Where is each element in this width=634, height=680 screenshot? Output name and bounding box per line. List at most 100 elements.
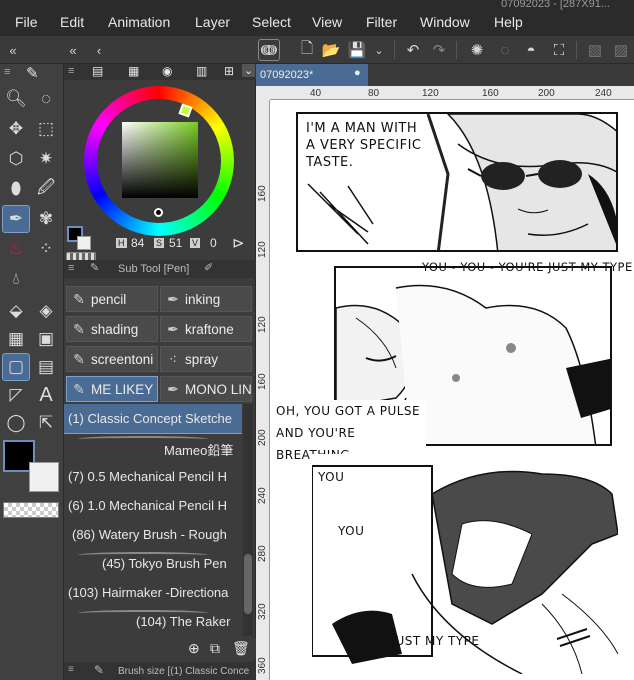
subtool-screentone[interactable]: ✎ screentoni bbox=[66, 346, 158, 372]
redo-icon[interactable]: ↷ bbox=[428, 39, 450, 61]
color-slider-tab-icon[interactable]: ▤ bbox=[92, 64, 103, 78]
menu-lines-icon[interactable]: ≡ bbox=[68, 65, 74, 77]
fill-icon[interactable]: ◓ bbox=[520, 39, 542, 61]
menu-edit[interactable]: Edit bbox=[60, 14, 84, 30]
comic-panel-1: I'M A MAN WITH A VERY SPECIFIC TASTE. bbox=[296, 112, 618, 252]
blend-drop-icon[interactable]: 💧︎ bbox=[3, 266, 29, 292]
subtool-inking[interactable]: ✒ inking bbox=[160, 286, 252, 312]
move-icon[interactable]: ✥ bbox=[3, 116, 29, 142]
menu-window[interactable]: Window bbox=[420, 14, 470, 30]
pen-tab-icon[interactable]: ✎ bbox=[26, 64, 39, 82]
menu-lines-icon[interactable]: ≡ bbox=[4, 66, 10, 78]
approximate-color-tab-icon[interactable]: ⊞ bbox=[224, 64, 234, 78]
blend-icon[interactable]: ♨ bbox=[3, 236, 29, 262]
scrollbar-thumb[interactable] bbox=[244, 554, 252, 614]
brush-item[interactable]: (1) Classic Concept Sketche bbox=[64, 404, 242, 434]
command-bar: « « ‹ ↈ 🗋 📂 💾 ⌄ ↶ ↷ ✺ ◌ ◓ ⛶ ▧ ▨ bbox=[0, 36, 634, 64]
eraser-icon[interactable]: ⬙ bbox=[3, 298, 29, 324]
color-wheel-tab-icon[interactable]: ◉ bbox=[162, 64, 172, 78]
brush-size-title: Brush size [(1) Classic Conce bbox=[118, 666, 250, 677]
airbrush-icon[interactable]: ⁘ bbox=[33, 236, 59, 262]
gradient-icon[interactable]: ▣ bbox=[33, 326, 59, 352]
duplicate-icon[interactable]: ⧉ bbox=[210, 640, 220, 657]
balloon-icon[interactable]: ◯ bbox=[3, 410, 29, 436]
object-icon[interactable]: ⬡ bbox=[3, 146, 29, 172]
new-icon[interactable]: 🗋 bbox=[296, 39, 318, 61]
brush-item[interactable]: (45) Tokyo Brush Pen bbox=[64, 549, 242, 578]
open-icon[interactable]: 📂 bbox=[320, 39, 342, 61]
transform-icon[interactable]: ⛶ bbox=[548, 39, 570, 61]
figure-icon[interactable]: ▦ bbox=[3, 326, 29, 352]
v-label: V bbox=[190, 238, 201, 248]
intermediate-color-tab-icon[interactable]: ▥ bbox=[196, 64, 207, 78]
brush-tip-icon: ✎ bbox=[73, 350, 85, 367]
decoration-icon[interactable]: ✾ bbox=[33, 206, 59, 232]
color-marker[interactable] bbox=[154, 208, 163, 217]
toolbar-separator bbox=[456, 41, 457, 59]
subtool-pencil[interactable]: ✎ pencil bbox=[66, 286, 158, 312]
clear-icon[interactable]: ◌ bbox=[494, 39, 516, 61]
collapse-left-icon[interactable]: « bbox=[2, 39, 24, 61]
frame-border-icon[interactable]: ▤ bbox=[33, 354, 59, 380]
document-tab[interactable]: 07092023* ● bbox=[256, 64, 368, 86]
correct-line-icon[interactable]: ⇱ bbox=[33, 410, 59, 436]
save-icon[interactable]: 💾 bbox=[346, 39, 368, 61]
eyedropper-icon[interactable]: 🖉 bbox=[33, 176, 59, 202]
trash-icon[interactable]: 🗑︎ bbox=[232, 640, 250, 657]
color-wheel[interactable] bbox=[64, 80, 256, 262]
frame-icon[interactable]: ▢ bbox=[2, 353, 30, 381]
ruler-icon[interactable]: ◸ bbox=[3, 382, 29, 408]
brush-item[interactable]: (104) The Raker bbox=[64, 607, 242, 636]
chevron-left-icon[interactable]: ‹ bbox=[88, 39, 110, 61]
close-dot-icon[interactable]: ● bbox=[354, 67, 361, 79]
sub-color-swatch[interactable] bbox=[29, 462, 59, 492]
text-icon[interactable]: A bbox=[33, 382, 59, 408]
subtool-spray[interactable]: ⁖ spray bbox=[160, 346, 252, 372]
brush-item[interactable]: (6) 1.0 Mechanical Pencil H bbox=[64, 491, 242, 520]
subtool-kraftone[interactable]: ✒ kraftone bbox=[160, 316, 252, 342]
hide-icon[interactable]: ▨ bbox=[610, 39, 632, 61]
menu-animation[interactable]: Animation bbox=[108, 14, 170, 30]
menu-lines-icon[interactable]: ≡ bbox=[68, 664, 74, 675]
tool-property-tab-icon[interactable]: ✐ bbox=[204, 261, 213, 274]
fill-bucket-icon[interactable]: ⬮ bbox=[3, 176, 29, 202]
brush-item[interactable]: (103) Hairmaker -Directiona bbox=[64, 578, 242, 607]
menu-file[interactable]: File bbox=[15, 14, 38, 30]
marquee-icon[interactable]: ⬚ bbox=[33, 116, 59, 142]
loading-icon[interactable]: ✺ bbox=[466, 39, 488, 61]
magic-wand-icon[interactable]: ✷ bbox=[33, 146, 59, 172]
menu-lines-icon[interactable]: ≡ bbox=[68, 262, 74, 274]
menu-help[interactable]: Help bbox=[494, 14, 523, 30]
comic-page[interactable]: I'M A MAN WITH A VERY SPECIFIC TASTE. YO… bbox=[270, 100, 634, 680]
clip-studio-icon[interactable]: ↈ bbox=[258, 39, 280, 61]
fill-tool-icon[interactable]: ◈ bbox=[33, 298, 59, 324]
brush-item[interactable]: Mameo鉛筆 bbox=[64, 433, 242, 462]
saturation-value-square[interactable] bbox=[122, 122, 198, 198]
chevron-down-icon[interactable]: ⌄ bbox=[368, 39, 390, 61]
subtool-mono-line[interactable]: ✒ MONO LIN bbox=[160, 376, 252, 402]
s-value: 51 bbox=[169, 236, 183, 250]
collapse-panel-icon[interactable]: « bbox=[62, 39, 84, 61]
grid-icon[interactable]: ▧ bbox=[584, 39, 606, 61]
play-circle-icon[interactable]: ⊳ bbox=[232, 234, 245, 252]
brush-item[interactable]: (86) Watery Brush - Rough bbox=[64, 520, 242, 549]
subtool-shading[interactable]: ✎ shading bbox=[66, 316, 158, 342]
chevron-down-icon[interactable]: ⌄ bbox=[242, 64, 256, 77]
speech-text: YOU'RE JUST MY TYPE bbox=[340, 634, 480, 648]
menu-select[interactable]: Select bbox=[252, 14, 291, 30]
pen-tool-icon[interactable]: ✒ bbox=[2, 205, 30, 233]
menu-layer[interactable]: Layer bbox=[195, 14, 230, 30]
menu-view[interactable]: View bbox=[312, 14, 342, 30]
ruler-corner bbox=[256, 86, 270, 100]
color-set-tab-icon[interactable]: ▦ bbox=[128, 64, 139, 78]
lasso-icon[interactable]: ◌ bbox=[33, 86, 59, 112]
zoom-icon[interactable]: 🔍︎ bbox=[3, 86, 29, 112]
subtool-me-likey[interactable]: ✎ ME LIKEY bbox=[66, 376, 158, 402]
undo-icon[interactable]: ↶ bbox=[402, 39, 424, 61]
menu-filter[interactable]: Filter bbox=[366, 14, 397, 30]
add-icon[interactable]: ⊕ bbox=[188, 640, 200, 657]
transparent-color-swatch[interactable] bbox=[3, 502, 59, 518]
brush-list-scrollbar[interactable] bbox=[243, 404, 253, 636]
brush-item[interactable]: (7) 0.5 Mechanical Pencil H bbox=[64, 462, 242, 491]
ruler-tick: 200 bbox=[538, 88, 555, 99]
